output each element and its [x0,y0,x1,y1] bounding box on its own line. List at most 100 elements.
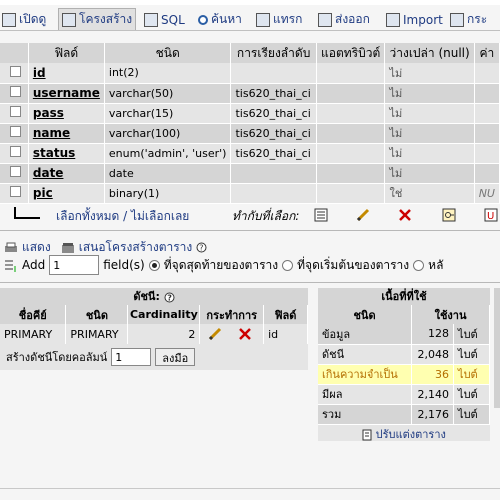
optimize-table-label: ปรับแต่งตาราง [375,427,446,441]
row-select-cell [0,163,29,184]
propose-icon [61,242,74,253]
field-attributes [316,63,386,84]
tab-label: โครงสร้าง [79,12,133,26]
field-collation [230,183,317,204]
field-count-input[interactable] [49,255,100,275]
tab-operations[interactable]: กระ [450,9,487,30]
field-collation: tis620_thai_ci [230,123,317,144]
tab-label: แทรก [273,12,303,26]
browse-selected-icon[interactable] [314,208,328,222]
row-checkbox[interactable] [10,106,21,117]
table-row: เกินความจำเป็น 36 ไบต์ [318,364,490,385]
indexes-title: ดัชนี: ? [0,288,308,305]
table-row: รวม 2,176 ไบต์ [318,404,490,425]
tab-structure[interactable]: โครงสร้าง [58,8,137,30]
row-checkbox[interactable] [10,166,21,177]
row-select-cell [0,123,29,144]
tab-insert[interactable]: แทรก [256,9,302,30]
row-checkbox[interactable] [10,65,21,77]
position-end-radio[interactable] [148,259,160,271]
add-label: Add [22,258,46,272]
pencil-icon[interactable] [356,208,370,222]
field-name[interactable]: date [28,163,105,184]
help-icon[interactable]: ? [196,242,207,253]
position-begin-radio[interactable] [282,259,294,271]
tab-label: Import [403,12,443,27]
divider [0,488,500,489]
insert-icon [256,12,270,27]
field-name[interactable]: pic [28,183,105,204]
index-keyname: PRIMARY [0,324,67,344]
row-select-cell [0,183,29,204]
space-type: เกินความจำเป็น [318,364,413,385]
add-field-icon [5,260,16,272]
field-null: ไม่ [384,143,475,164]
field-type: binary(1) [104,183,232,204]
table-row: id int(2) ไม่ [0,63,500,84]
field-default [474,103,500,124]
table-row: pic binary(1) ใช่ NU [0,183,500,204]
tab-export[interactable]: ส่งออก [318,9,370,30]
go-button[interactable]: ลงมือ [155,348,196,366]
field-collation: tis620_thai_ci [230,103,317,124]
help-icon[interactable]: ? [164,292,175,303]
select-all-link[interactable]: เลือกทั้งหมด / ไม่เลือกเลย [56,207,189,226]
delete-icon[interactable] [238,327,252,341]
tab-label: เปิดดู [19,12,47,26]
index-type: PRIMARY [65,324,129,344]
optimize-table-link[interactable]: ปรับแต่งตาราง [318,424,490,441]
col-attributes: แอตทริบิวต์ [316,43,386,63]
field-name[interactable]: id [28,63,105,84]
divider [0,282,500,283]
row-checkbox[interactable] [10,86,21,97]
row-select-cell [0,103,29,124]
position-end-label: ที่จุดสุดท้ายของตาราง [163,257,279,272]
create-index-row: สร้างดัชนีโดยคอลัมน์ ลงมือ [0,344,308,370]
space-value: 36 [411,364,455,385]
row-checkbox[interactable] [10,186,21,197]
with-selected-label: ทำกับที่เลือก: [232,209,300,223]
position-after-radio[interactable] [413,259,425,271]
table-row: pass varchar(15) tis620_thai_ci ไม่ [0,103,500,124]
field-name[interactable]: username [28,83,105,104]
field-default [474,123,500,144]
tab-browse[interactable]: เปิดดู [2,9,46,30]
printer-icon [5,242,17,252]
structure-icon [62,12,76,27]
col-type: ชนิด [318,305,413,324]
tab-import[interactable]: Import [386,9,443,30]
field-attributes [316,183,386,204]
space-usage-table: ชนิด ใช้งาน ข้อมูล 128 ไบต์ ดัชนี 2,048 … [318,305,490,425]
indexes-panel: ดัชนี: ? ชื่อคีย์ ชนิด Cardinality กระทำ… [0,288,308,370]
tab-sql[interactable]: SQL [144,9,185,30]
structure-table: ฟิลด์ ชนิด การเรียงลำดับ แอตทริบิวต์ ว่า… [0,43,500,204]
field-type: date [104,163,232,184]
field-default [474,143,500,164]
position-begin-label: ที่จุดเริ่มต้นของตาราง [297,257,410,272]
unique-icon[interactable]: U [484,208,498,222]
tab-label: กระ [467,12,488,26]
field-attributes [316,163,386,184]
tab-search[interactable]: ค้นหา [198,9,242,30]
col-null: ว่างเปล่า (null) [384,43,475,63]
field-null: ไม่ [384,123,475,144]
field-name[interactable]: name [28,123,105,144]
optimize-icon [362,429,372,440]
create-index-label: สร้างดัชนีโดยคอลัมน์ [6,351,108,364]
primary-key-icon[interactable] [442,208,456,222]
field-name[interactable]: pass [28,103,105,124]
indexes-title-text: ดัชนี: [133,290,160,303]
row-checkbox[interactable] [10,146,21,157]
field-name[interactable]: status [28,143,105,164]
space-unit: ไบต์ [453,364,490,385]
field-type: int(2) [104,63,232,84]
pencil-icon[interactable] [208,327,222,341]
space-value: 128 [411,324,455,345]
space-value: 2,048 [411,344,455,365]
delete-icon[interactable] [398,208,412,222]
row-select-cell [0,143,29,164]
row-checkbox[interactable] [10,126,21,137]
col-type: ชนิด [65,305,129,324]
tab-label: SQL [161,12,185,27]
index-columns-input[interactable] [111,348,152,366]
